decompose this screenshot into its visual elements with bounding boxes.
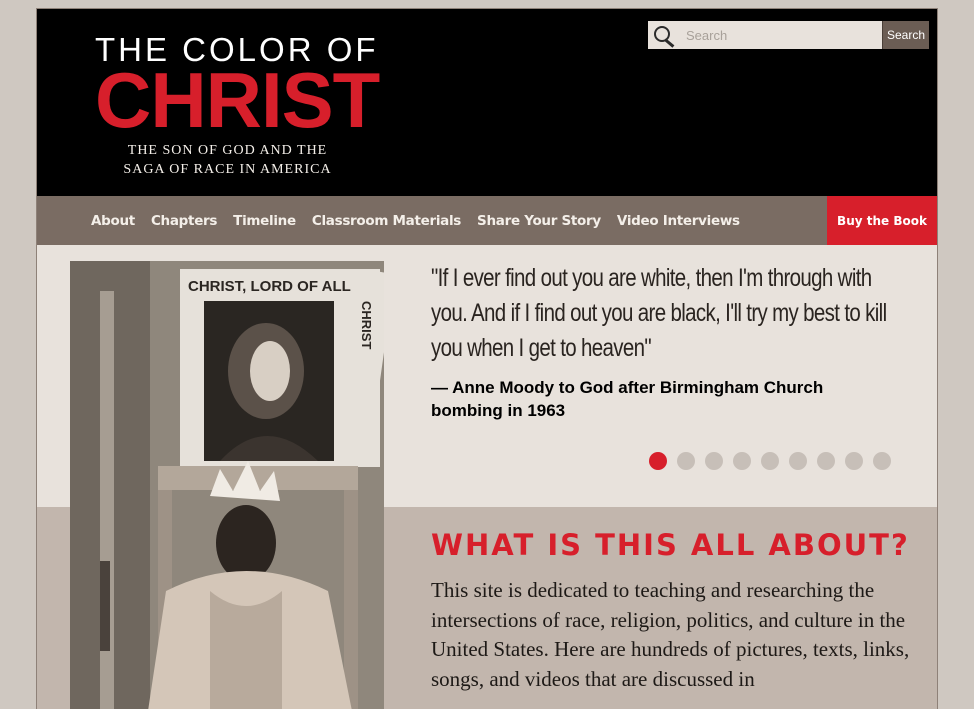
nav-item-chapters[interactable]: Chapters bbox=[151, 213, 218, 229]
site-logo[interactable]: THE COLOR OF CHRIST THE SON OF GOD AND T… bbox=[95, 31, 395, 179]
search-bar: Search bbox=[648, 21, 929, 49]
nav-item-about[interactable]: About bbox=[91, 213, 135, 229]
photo-sign-side-text: CHRIST bbox=[359, 301, 374, 349]
photo-sign-text: CHRIST, LORD OF ALL bbox=[188, 278, 351, 295]
slider-dot[interactable] bbox=[649, 452, 667, 470]
search-icon bbox=[648, 21, 684, 49]
slider-dot[interactable] bbox=[733, 452, 751, 470]
slider-dot[interactable] bbox=[677, 452, 695, 470]
site-header: THE COLOR OF CHRIST THE SON OF GOD AND T… bbox=[37, 9, 937, 196]
logo-subtitle-line1: THE SON OF GOD AND THE bbox=[127, 143, 328, 158]
slider-dots bbox=[649, 452, 891, 470]
slider-dot[interactable] bbox=[761, 452, 779, 470]
slider-dot[interactable] bbox=[789, 452, 807, 470]
feature-photo-art: CHRIST, LORD OF ALL CHRIST bbox=[70, 261, 384, 709]
buy-the-book-button[interactable]: Buy the Book bbox=[827, 196, 937, 245]
page-container: THE COLOR OF CHRIST THE SON OF GOD AND T… bbox=[37, 9, 937, 709]
nav-item-timeline[interactable]: Timeline bbox=[233, 213, 296, 229]
logo-title-line2: CHRIST bbox=[95, 56, 380, 144]
main-nav: About Chapters Timeline Classroom Materi… bbox=[37, 196, 937, 245]
nav-item-classroom-materials[interactable]: Classroom Materials bbox=[312, 213, 462, 229]
nav-items: About Chapters Timeline Classroom Materi… bbox=[91, 196, 740, 245]
slider-dot[interactable] bbox=[705, 452, 723, 470]
slider-dot[interactable] bbox=[817, 452, 835, 470]
about-body-text: This site is dedicated to teaching and r… bbox=[431, 578, 910, 691]
slider-dot[interactable] bbox=[873, 452, 891, 470]
nav-item-share-your-story[interactable]: Share Your Story bbox=[477, 213, 601, 229]
slider-dot[interactable] bbox=[845, 452, 863, 470]
quote-attribution: — Anne Moody to God after Birmingham Chu… bbox=[431, 378, 824, 420]
search-button[interactable]: Search bbox=[882, 21, 929, 49]
featured-quote: "If I ever find out you are white, then … bbox=[431, 264, 887, 362]
nav-item-video-interviews[interactable]: Video Interviews bbox=[617, 213, 740, 229]
about-heading: WHAT IS THIS ALL ABOUT? bbox=[431, 528, 910, 562]
feature-photo: CHRIST, LORD OF ALL CHRIST bbox=[70, 261, 384, 709]
logo-subtitle: THE SON OF GOD AND THE SAGA OF RACE IN A… bbox=[95, 141, 360, 179]
search-input[interactable] bbox=[684, 21, 882, 49]
logo-subtitle-line2: SAGA OF RACE IN AMERICA bbox=[123, 162, 332, 177]
